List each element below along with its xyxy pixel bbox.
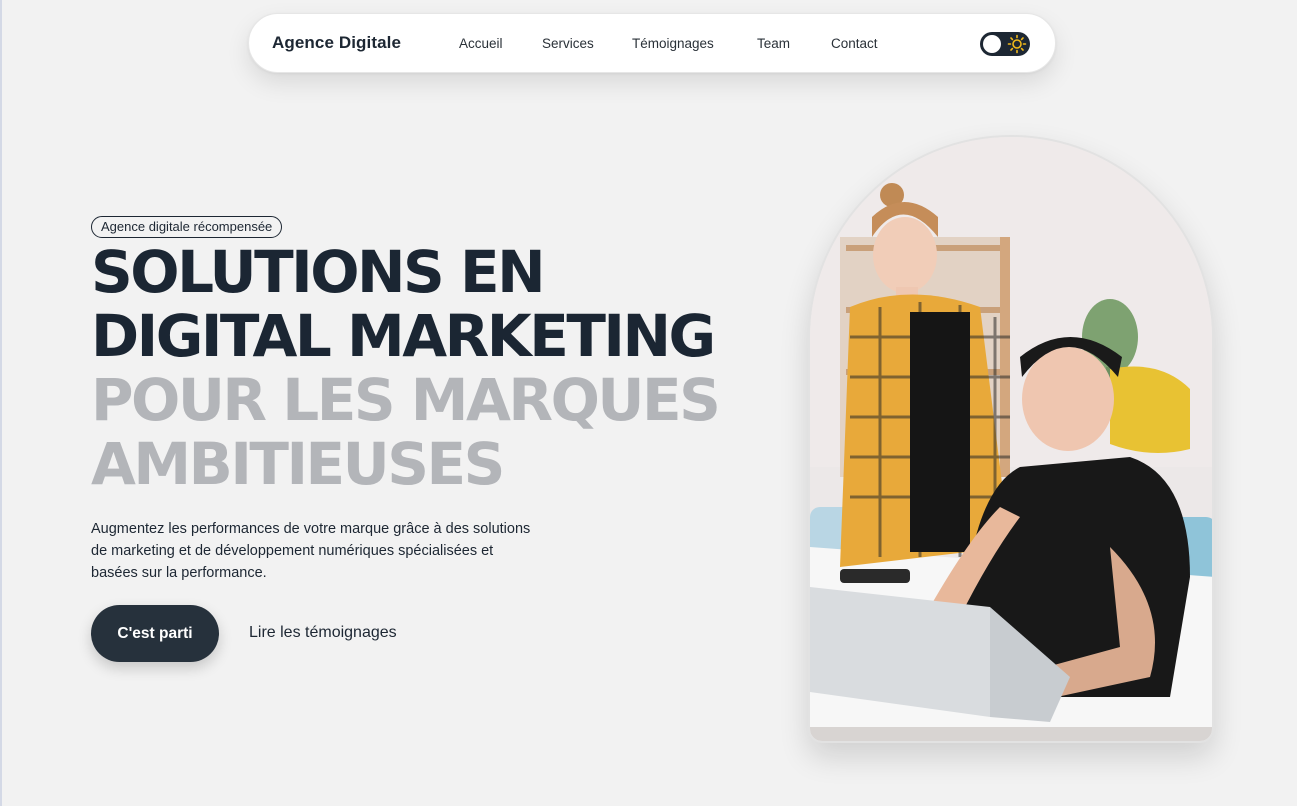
theme-toggle[interactable]	[980, 32, 1030, 56]
navbar: Agence Digitale Accueil Services Témoign…	[248, 13, 1056, 73]
headline-line-1: SOLUTIONS EN	[91, 238, 546, 306]
hero-photo-illustration	[810, 137, 1212, 741]
nav-link-contact[interactable]: Contact	[831, 36, 878, 51]
sun-icon	[1007, 34, 1027, 54]
brand-logo-link[interactable]: Agence Digitale	[272, 33, 401, 53]
hero-description: Augmentez les performances de votre marq…	[91, 521, 531, 581]
headline-line-3: POUR LES MARQUES	[91, 366, 721, 434]
hero-photo	[808, 135, 1214, 743]
nav-link-team[interactable]: Team	[757, 36, 790, 51]
nav-link-services[interactable]: Services	[542, 36, 594, 51]
nav-link-accueil[interactable]: Accueil	[459, 36, 503, 51]
read-testimonials-link[interactable]: Lire les témoignages	[249, 624, 397, 642]
award-badge: Agence digitale récompensée	[91, 216, 283, 238]
toggle-knob	[983, 35, 1001, 53]
headline-line-4: AMBITIEUSES	[91, 430, 505, 498]
hero-headline: SOLUTIONS EN DIGITAL MARKETING POUR LES …	[91, 238, 721, 498]
get-started-button[interactable]: C'est parti	[91, 605, 219, 662]
nav-link-temoignages[interactable]: Témoignages	[632, 36, 714, 51]
headline-line-2: DIGITAL MARKETING	[91, 302, 716, 370]
